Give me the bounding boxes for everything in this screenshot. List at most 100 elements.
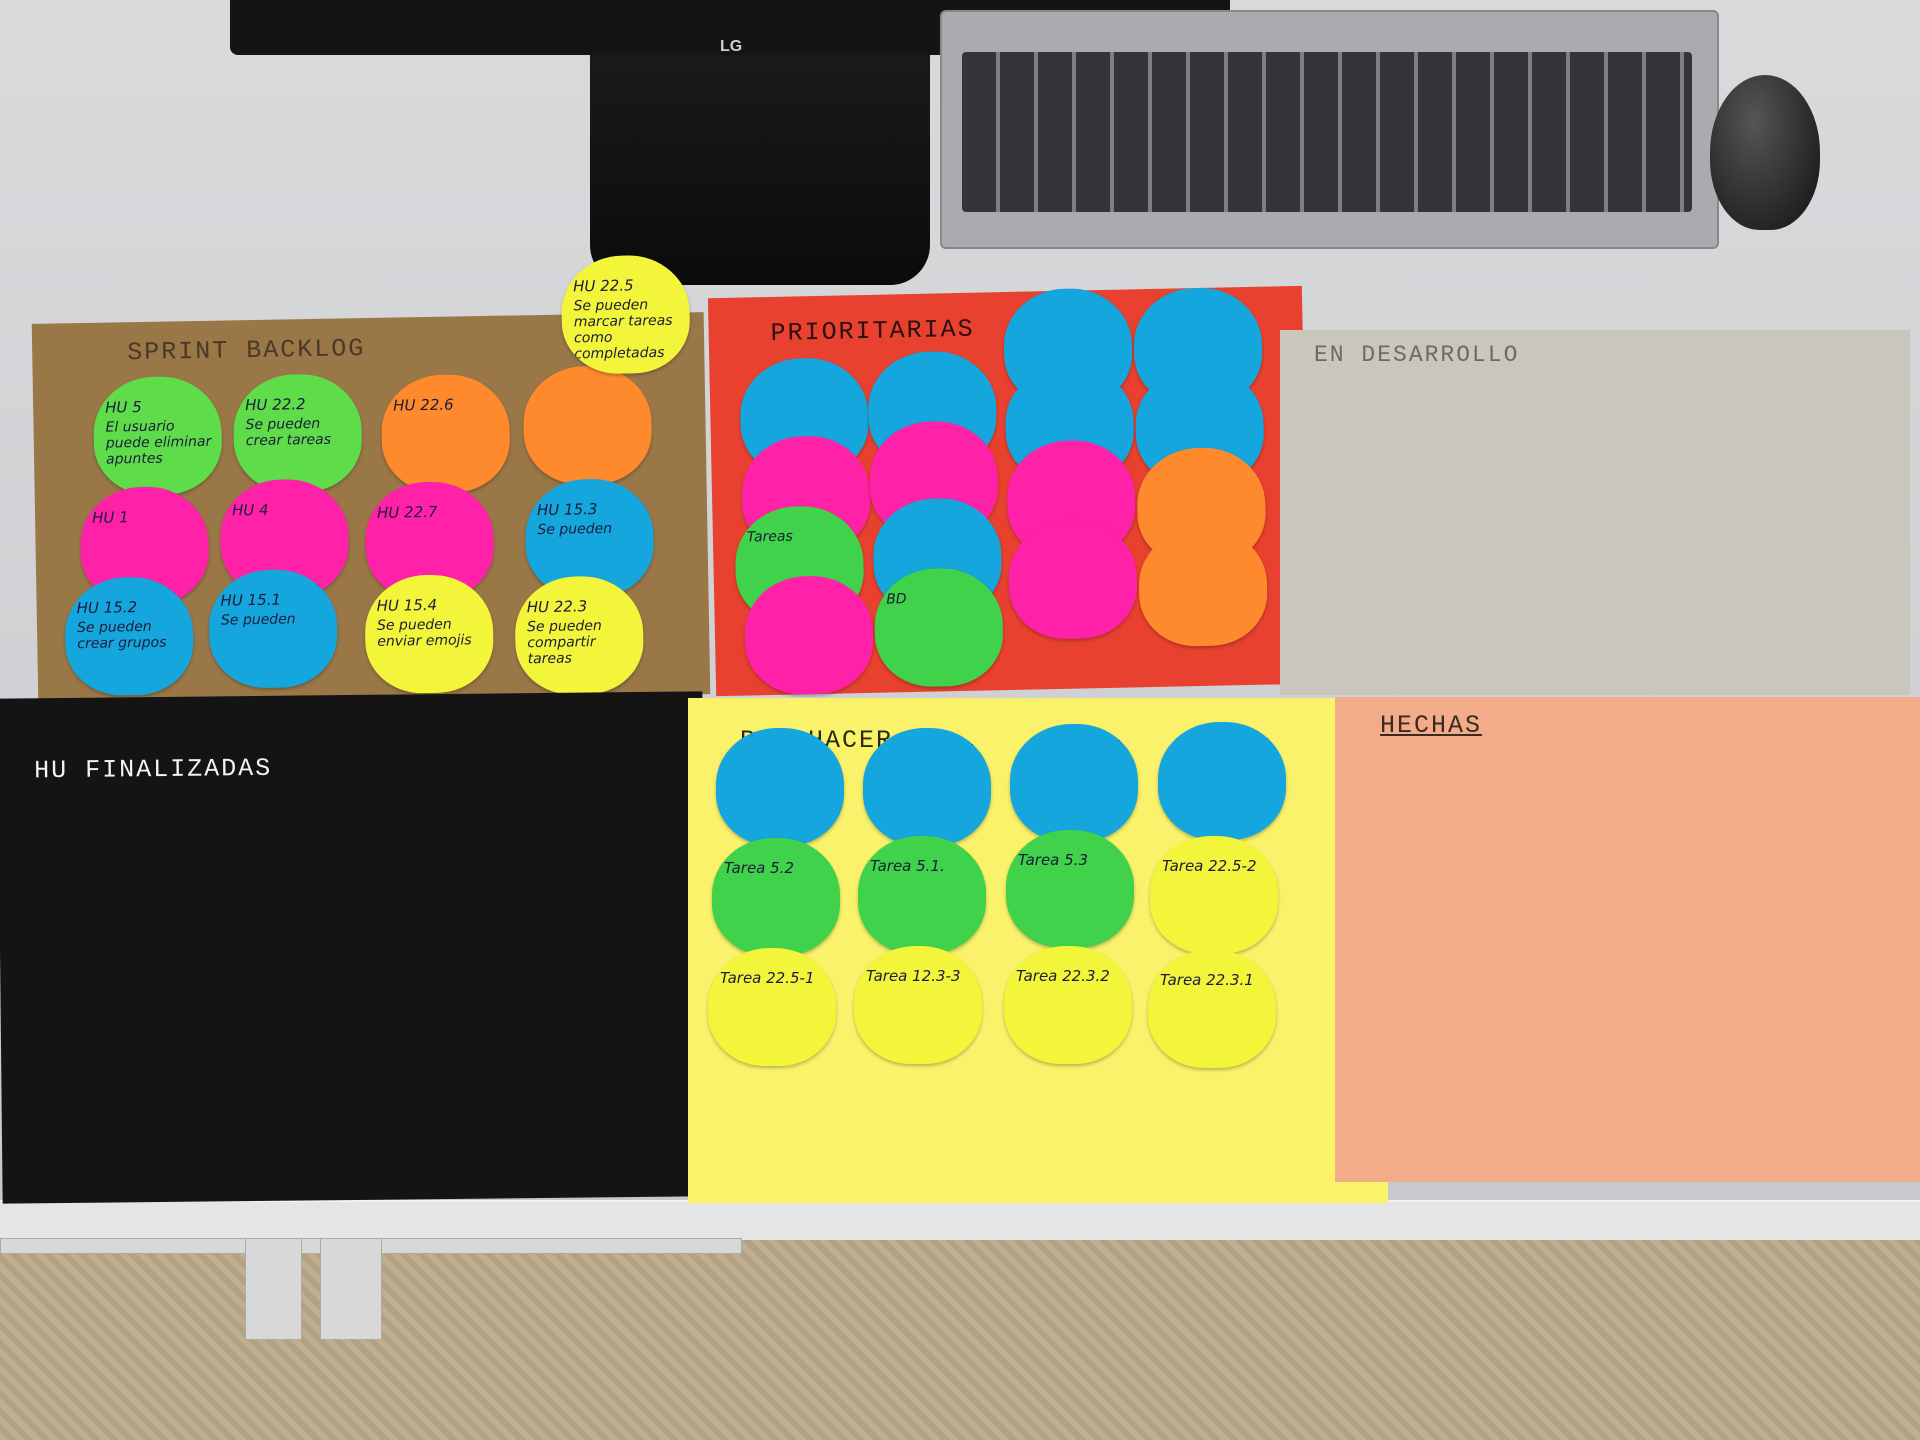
note-body: Se pueden compartir tareas bbox=[526, 617, 602, 668]
note-tag: A bbox=[1266, 728, 1274, 742]
note-body: Se pueden crear tareas bbox=[245, 415, 332, 450]
sticky-note: HU 22.3 Se pueden compartir tareas bbox=[514, 575, 645, 696]
note-text bbox=[1145, 309, 1251, 311]
note-heading: HU 22.5 bbox=[572, 276, 634, 296]
board-title: HECHAS bbox=[1380, 711, 1483, 740]
note-text: HU 15.1 Se pueden bbox=[220, 591, 327, 629]
sticky-note: Tarea 5.2 bbox=[712, 838, 840, 956]
board-title: EN DESARROLLO bbox=[1314, 342, 1520, 368]
sticky-note: A bbox=[716, 728, 844, 846]
note-text: Tareas bbox=[746, 527, 853, 546]
sticky-note bbox=[1007, 519, 1139, 641]
note-text bbox=[1149, 469, 1255, 471]
sticky-note: HU 15.4 Se pueden enviar emojis bbox=[364, 573, 495, 695]
sticky-note: A HU 15.2 Se pueden crear grupos bbox=[64, 576, 195, 697]
board-por-hacer: POR HACER AAAATarea 5.2Tarea 5.1.Tarea 5… bbox=[688, 698, 1388, 1203]
note-tag: I bbox=[1241, 292, 1250, 308]
sticky-note: A HU 15.1 Se pueden bbox=[208, 568, 339, 689]
note-tag: I bbox=[848, 363, 856, 378]
note-text bbox=[1015, 310, 1121, 312]
note-text: HU 4 bbox=[232, 501, 338, 523]
note-text bbox=[1020, 542, 1126, 544]
sticky-note bbox=[522, 365, 653, 486]
sticky-note: Tarea 22.3.2 bbox=[1004, 946, 1132, 1064]
note-text: HU 15.4 Se pueden enviar emojis bbox=[377, 596, 484, 650]
note-tag: I bbox=[633, 484, 641, 499]
sticky-note: A bbox=[1158, 722, 1286, 840]
note-text: HU 15.3 Se pueden bbox=[537, 500, 644, 538]
monitor-stand bbox=[590, 55, 930, 285]
note-tag: A bbox=[316, 574, 325, 589]
note-tag: A bbox=[971, 734, 979, 748]
note-text: BD bbox=[886, 589, 992, 607]
note-text: HU 22.6 bbox=[393, 396, 499, 418]
board-prioritarias: PRIORITARIAS I I I I Tareas BD bbox=[707, 285, 1311, 697]
note-heading: HU 5 bbox=[105, 397, 142, 417]
note-text bbox=[1018, 462, 1124, 464]
note-text: HU 22.2 Se pueden crear tareas bbox=[245, 395, 352, 449]
board-title: SPRINT BACKLOG bbox=[126, 334, 366, 368]
note-text bbox=[756, 597, 862, 599]
sticky-note: HU 22.6 bbox=[380, 373, 511, 494]
note-body: Se pueden bbox=[537, 520, 613, 539]
note-heading: HU 22.3 bbox=[526, 597, 588, 617]
sticky-note: Tarea 5.1. bbox=[858, 836, 986, 954]
note-text bbox=[881, 442, 987, 444]
sticky-note: Tarea 5.3 bbox=[1006, 830, 1134, 948]
sticky-note: A bbox=[863, 728, 991, 846]
note-text: Tarea 22.3.2 bbox=[1016, 968, 1122, 988]
sticky-note: A bbox=[1010, 724, 1138, 842]
note-heading: HU 22.2 bbox=[245, 395, 306, 415]
note-text bbox=[1147, 389, 1253, 391]
board-hechas: HECHAS bbox=[1335, 697, 1920, 1182]
note-text: Tarea 22.5-1 bbox=[720, 970, 826, 990]
note-text bbox=[753, 457, 859, 459]
note-text bbox=[535, 387, 641, 389]
note-tag: A bbox=[824, 734, 832, 748]
note-tag: A bbox=[1118, 730, 1126, 744]
note-heading: HU 15.1 bbox=[220, 590, 282, 610]
note-heading: Tarea 22.5-1 bbox=[720, 969, 815, 987]
note-body: El usuario puede eliminar apuntes bbox=[105, 418, 212, 468]
sticky-note bbox=[743, 574, 875, 696]
board-hu-finalizadas: HU FINALIZADAS bbox=[0, 691, 708, 1204]
desk-edge bbox=[0, 1200, 1920, 1240]
note-body: Se pueden enviar emojis bbox=[376, 616, 472, 650]
note-text: Tarea 5.3 bbox=[1018, 852, 1124, 872]
note-heading: HU 4 bbox=[231, 500, 269, 520]
note-text bbox=[1150, 549, 1256, 551]
note-body: Se pueden marcar tareas como completadas bbox=[573, 297, 673, 363]
sticky-note: HU 22.5 Se pueden marcar tareas como comp… bbox=[560, 254, 691, 375]
note-heading: HU 22.6 bbox=[393, 395, 454, 415]
note-tag: I bbox=[975, 356, 984, 371]
note-text: Tarea 12.3-3 bbox=[866, 968, 972, 988]
desk-frame bbox=[0, 1238, 760, 1348]
sticky-note: BD bbox=[873, 567, 1005, 688]
note-text: HU 15.2 Se pueden crear grupos bbox=[77, 598, 184, 652]
note-heading: HU 15.4 bbox=[376, 595, 438, 615]
note-body: BD bbox=[886, 591, 907, 608]
mouse bbox=[1710, 75, 1820, 230]
note-text bbox=[752, 379, 858, 381]
note-heading: Tarea 5.3 bbox=[1018, 851, 1088, 869]
note-text: Tarea 22.3.1 bbox=[1160, 972, 1266, 992]
note-text: HU 22.5 Se pueden marcar tareas como comp… bbox=[572, 276, 680, 363]
note-text: Tarea 22.5-2 bbox=[1162, 858, 1268, 878]
keyboard bbox=[940, 10, 1719, 249]
note-body: Se pueden bbox=[220, 611, 296, 629]
sticky-note: Tarea 22.5-2 bbox=[1150, 836, 1278, 954]
monitor-brand-label: LG bbox=[720, 38, 743, 55]
sticky-note: HU 5 El usuario puede eliminar apuntes bbox=[92, 375, 223, 496]
note-heading: Tarea 5.2 bbox=[724, 859, 794, 877]
note-text: HU 5 El usuario puede eliminar apuntes bbox=[105, 398, 212, 468]
note-tag: I bbox=[1111, 293, 1120, 308]
note-text: HU 1 bbox=[92, 508, 198, 530]
note-tag: A bbox=[173, 582, 181, 597]
sticky-note bbox=[1137, 526, 1269, 648]
note-heading: Tarea 12.3-3 bbox=[866, 967, 961, 985]
note-heading: Tarea 22.3.1 bbox=[1160, 971, 1254, 989]
note-text: HU 22.7 bbox=[377, 503, 483, 525]
note-heading: HU 22.7 bbox=[376, 502, 438, 522]
note-text bbox=[1017, 387, 1123, 389]
note-body: Tareas bbox=[746, 528, 793, 546]
